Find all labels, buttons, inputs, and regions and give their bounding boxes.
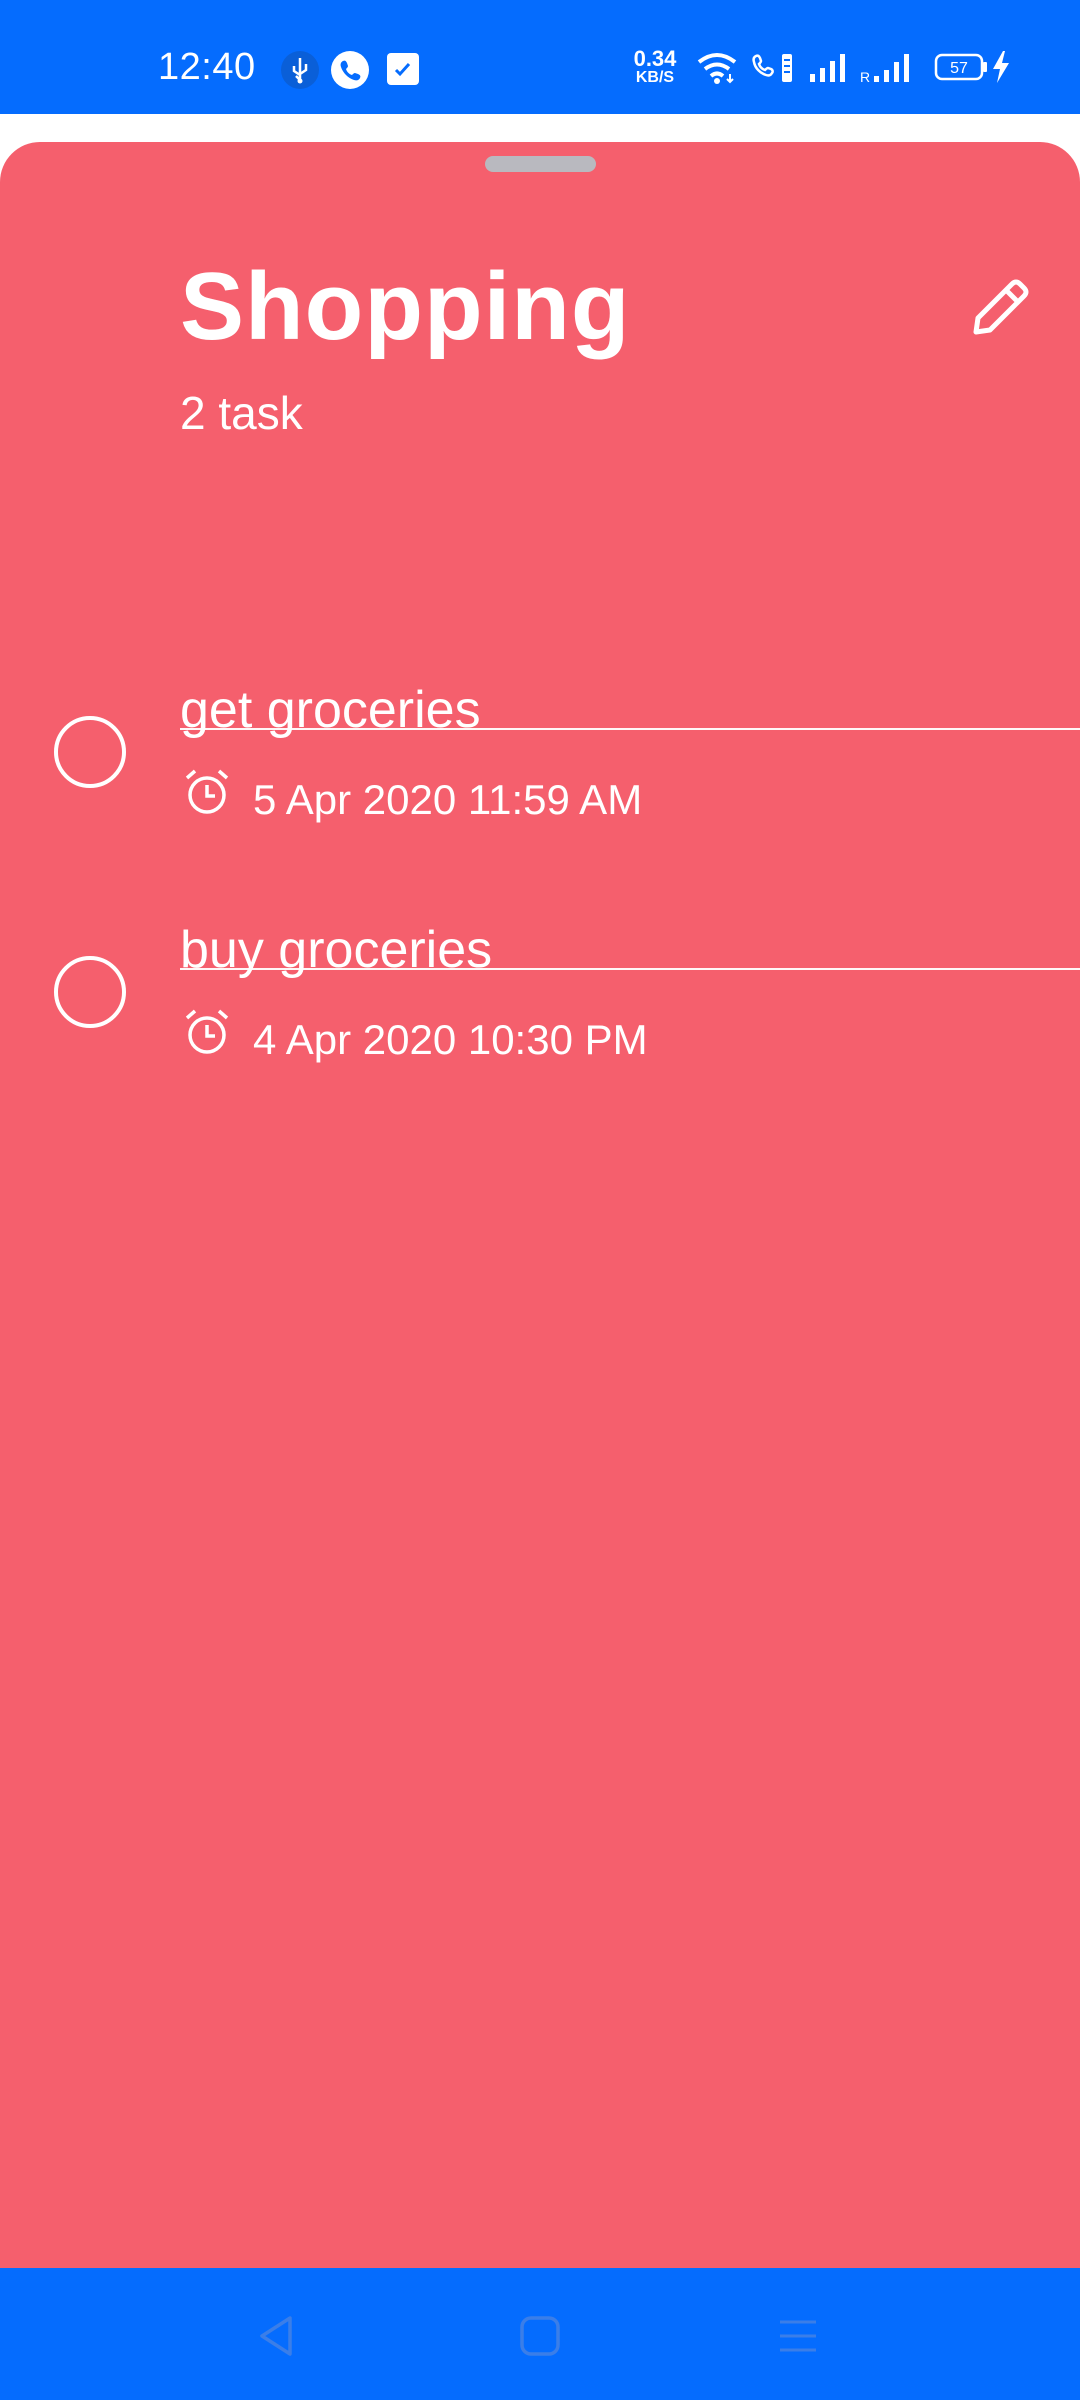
signal-roaming-icon: R [860, 52, 920, 89]
task-divider [180, 968, 1080, 970]
status-time: 12:40 [158, 46, 256, 88]
checkbox-notification-icon [386, 52, 420, 91]
signal-icon [808, 52, 848, 89]
network-speed-value: 0.34 [633, 46, 677, 71]
network-speed: 0.34 KB/S [628, 48, 682, 86]
task-title: get groceries [180, 681, 481, 739]
home-icon [520, 2316, 560, 2356]
back-icon [260, 2316, 292, 2356]
phone-call-icon [330, 50, 370, 95]
navigation-bar [0, 2268, 1080, 2400]
list-sheet: Shopping 2 task get groceries 5 Apr 2020… [0, 142, 1080, 2268]
task-item[interactable]: buy groceries 4 Apr 2020 10:30 PM [0, 762, 1080, 1063]
charging-icon [990, 50, 1012, 89]
task-complete-checkbox[interactable] [54, 956, 126, 1028]
back-button[interactable] [250, 2308, 306, 2364]
task-item[interactable]: get groceries 5 Apr 2020 11:59 AM [0, 522, 1080, 823]
battery-level: 57 [950, 60, 968, 77]
drag-handle[interactable] [485, 156, 596, 172]
usb-icon [280, 50, 320, 95]
alarm-clock-icon [185, 1009, 229, 1054]
home-button[interactable] [512, 2308, 568, 2364]
svg-text:R: R [860, 69, 870, 84]
battery-icon: 57 [934, 52, 990, 87]
edit-list-button[interactable] [960, 268, 1040, 348]
recents-button[interactable] [770, 2308, 826, 2364]
list-title: Shopping [180, 253, 631, 360]
task-divider [180, 728, 1080, 730]
task-count: 2 task [180, 387, 303, 439]
task-due-time: 4 Apr 2020 10:30 PM [253, 1016, 648, 1063]
network-speed-unit: KB/S [635, 69, 675, 86]
status-bar: 12:40 0.34 KB/S R 57 [0, 0, 1080, 114]
vowifi-call-icon [750, 50, 796, 91]
task-title: buy groceries [180, 921, 493, 979]
pencil-icon [973, 279, 1029, 335]
wifi-icon [696, 50, 738, 91]
recents-icon [780, 2320, 816, 2352]
